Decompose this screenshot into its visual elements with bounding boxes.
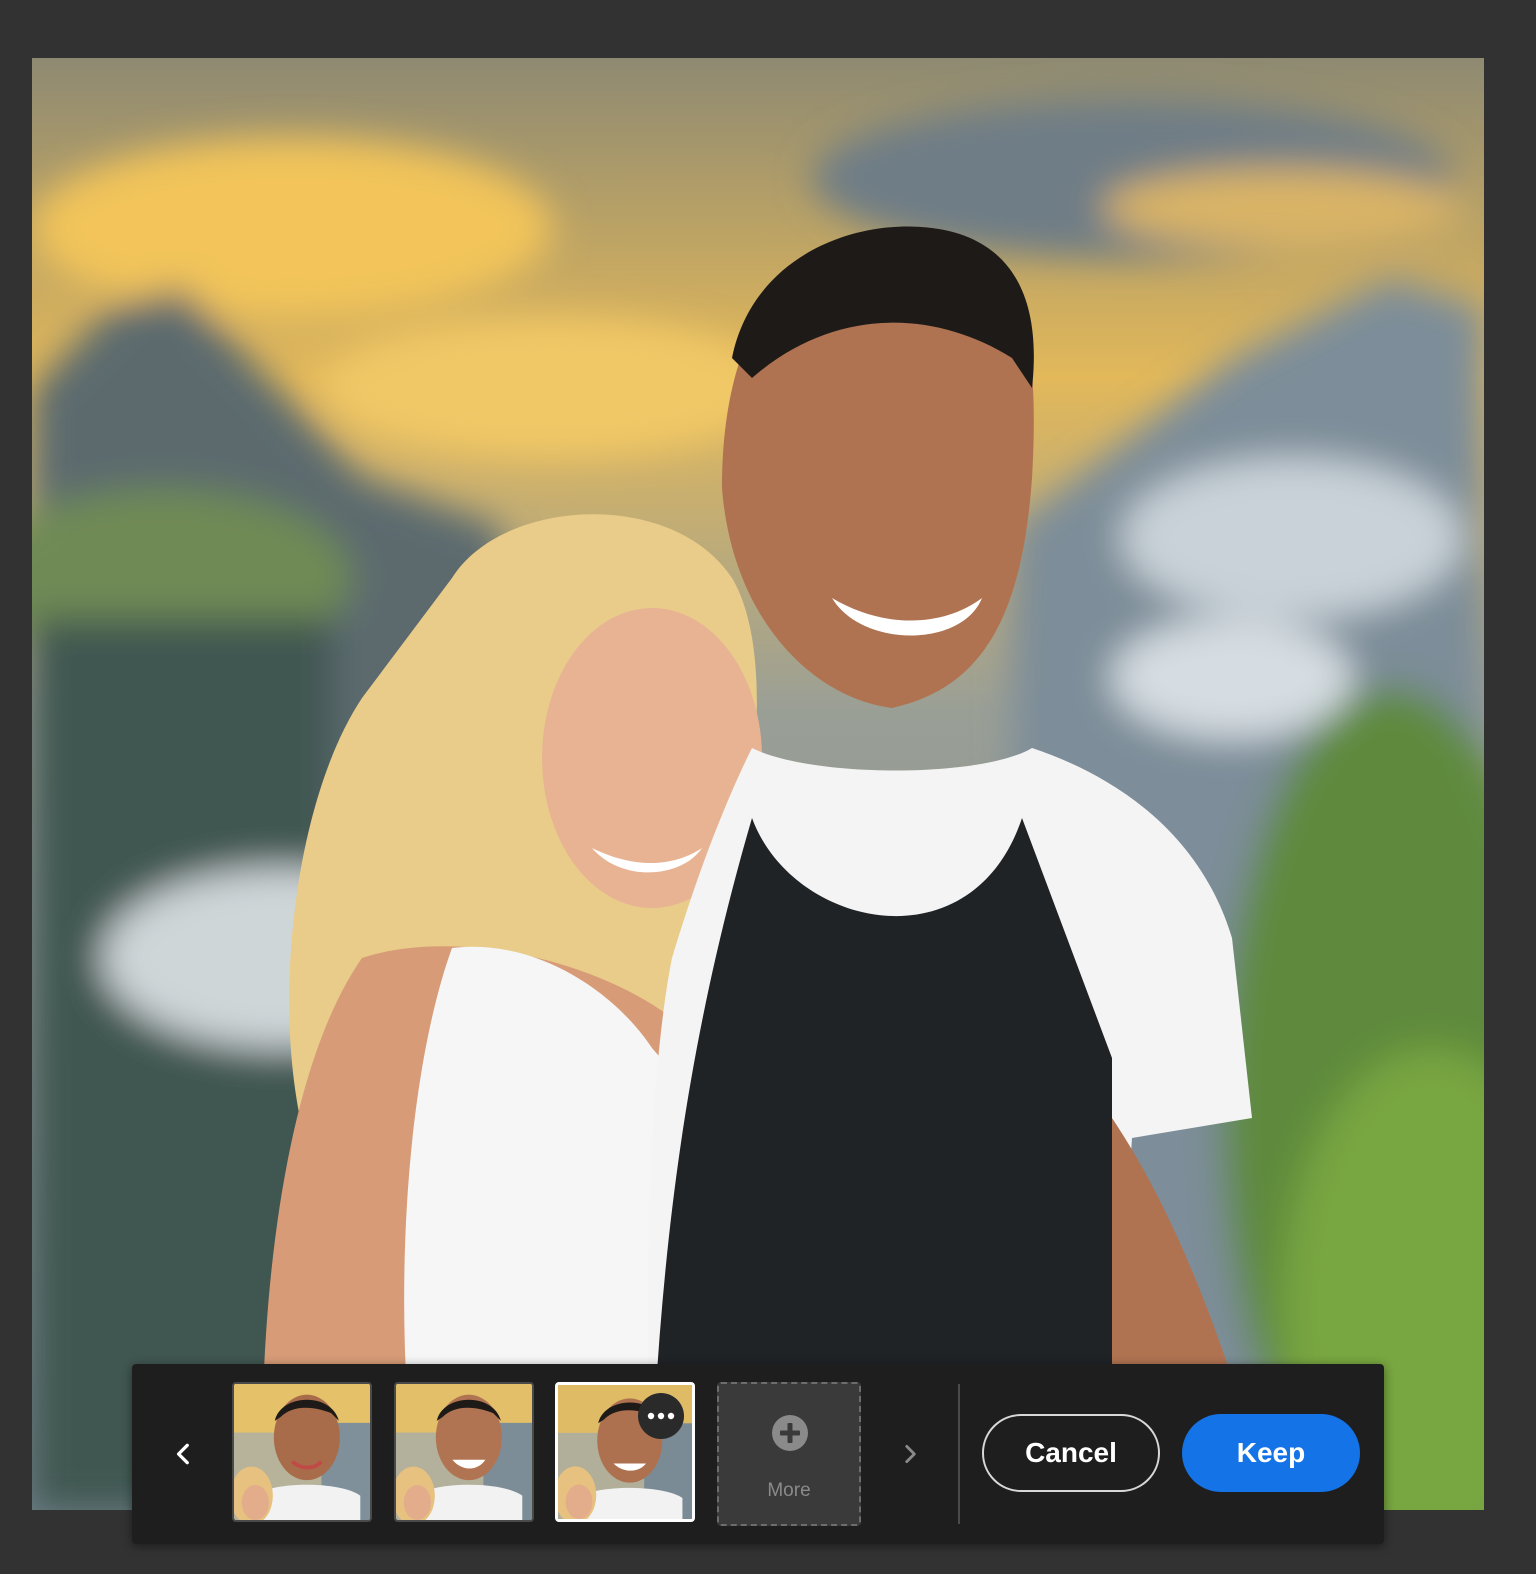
variation-thumbnail-1[interactable] xyxy=(232,1382,372,1522)
variation-thumbnail-3-selected[interactable] xyxy=(555,1382,695,1522)
main-photo-canvas xyxy=(32,58,1484,1510)
plus-circle-icon xyxy=(772,1415,808,1451)
more-variations-button[interactable]: More xyxy=(717,1382,861,1526)
next-variations-button[interactable] xyxy=(890,1434,930,1474)
variation-bar: More Cancel Keep xyxy=(132,1364,1384,1544)
variation-thumbnail-image xyxy=(396,1384,532,1520)
more-options-icon xyxy=(647,1412,675,1420)
keep-button[interactable]: Keep xyxy=(1182,1414,1360,1492)
variation-thumbnail-2[interactable] xyxy=(394,1382,534,1522)
toolbar-divider xyxy=(958,1384,960,1524)
variation-thumbnail-image xyxy=(234,1384,370,1520)
previous-variations-button[interactable] xyxy=(164,1434,204,1474)
cancel-button[interactable]: Cancel xyxy=(982,1414,1160,1492)
thumbnail-options-button[interactable] xyxy=(638,1393,684,1439)
chevron-right-icon xyxy=(905,1445,916,1463)
chevron-left-icon xyxy=(176,1443,189,1465)
couple-mountain-photo xyxy=(32,58,1484,1510)
more-variations-label: More xyxy=(767,1480,811,1501)
